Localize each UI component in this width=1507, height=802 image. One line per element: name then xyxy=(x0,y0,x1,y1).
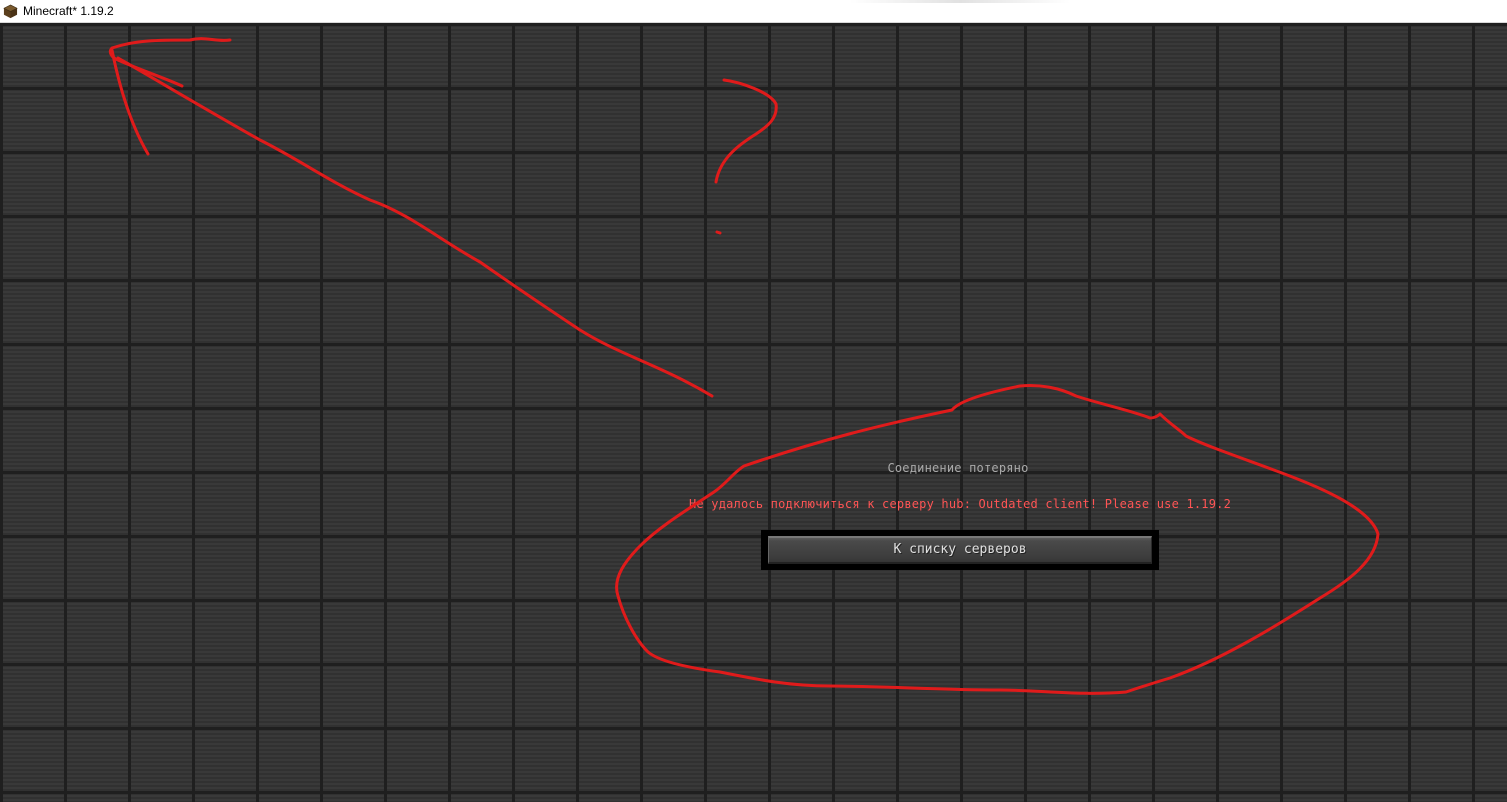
minecraft-grass-block-icon xyxy=(3,4,18,19)
back-button-label: К списку серверов xyxy=(893,542,1027,557)
window-title: Minecraft* 1.19.2 xyxy=(23,4,114,18)
disconnect-reason: Не удалось подключиться к серверу hub: O… xyxy=(689,497,1231,511)
minecraft-window: Minecraft* 1.19.2 Соединение потеряно Не… xyxy=(0,0,1507,802)
window-title-bar[interactable]: Minecraft* 1.19.2 xyxy=(0,0,1507,23)
title-bar-highlight xyxy=(850,0,1070,3)
disconnect-title: Соединение потеряно xyxy=(887,461,1029,475)
game-background xyxy=(0,23,1507,802)
back-to-server-list-button[interactable]: К списку серверов xyxy=(761,530,1159,570)
